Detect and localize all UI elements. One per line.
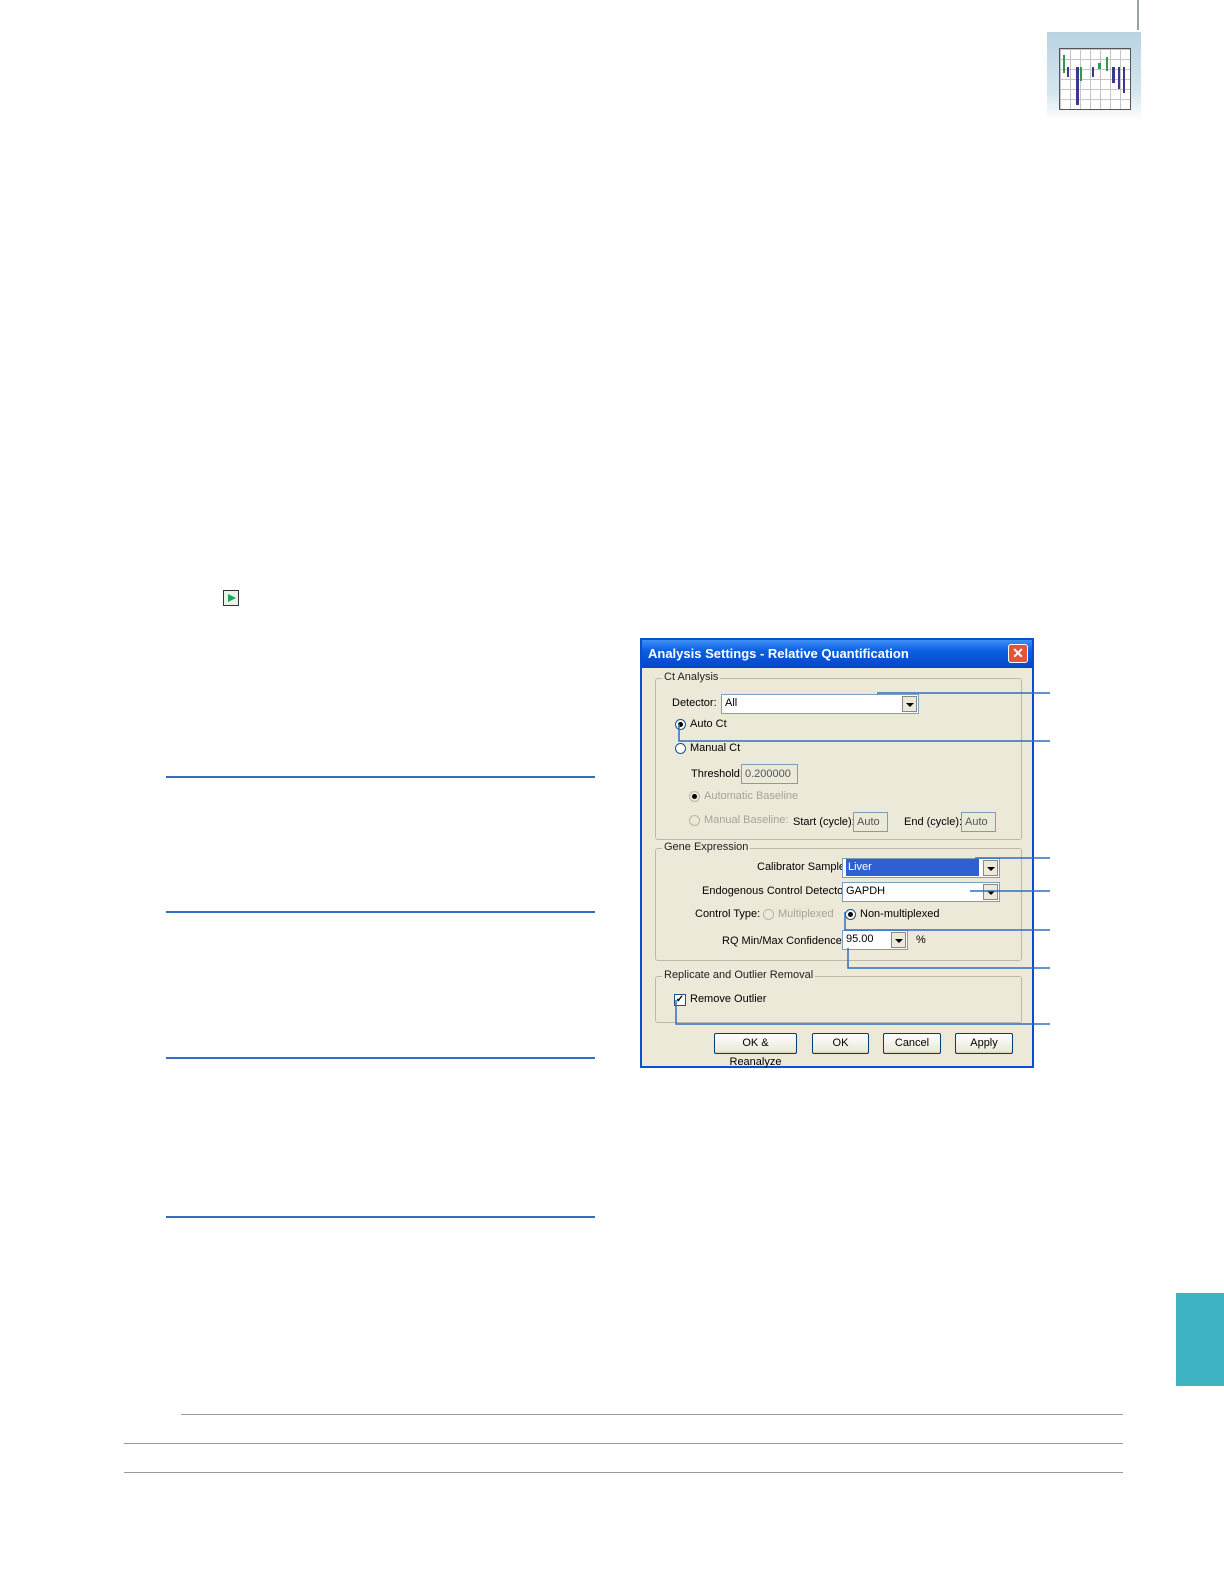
callout-lines	[675, 692, 1050, 1025]
callout-remove-outlier	[675, 1000, 1050, 1025]
callout-control-type	[844, 912, 1050, 931]
callout-ct-mode	[678, 724, 1050, 742]
callout-rq-confidence	[847, 948, 1050, 969]
